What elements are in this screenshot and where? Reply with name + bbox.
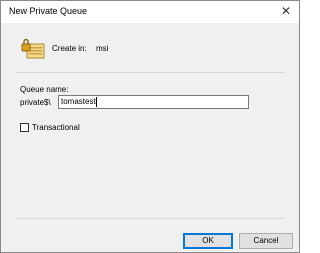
new-private-queue-dialog: New Private Queue ✕ Create in: msi Queue…	[0, 0, 300, 253]
transactional-label[interactable]: Transactional	[32, 123, 80, 132]
button-bar: OK Cancel	[1, 228, 299, 252]
close-button[interactable]: ✕	[279, 4, 293, 18]
queue-name-value: tomastest	[61, 97, 96, 106]
separator	[15, 72, 285, 73]
title-bar: New Private Queue ✕	[1, 1, 299, 23]
queue-prefix: private$\	[20, 98, 51, 107]
separator	[15, 218, 285, 219]
text-caret	[95, 96, 97, 107]
window-title: New Private Queue	[9, 6, 88, 16]
private-queue-icon	[21, 38, 45, 59]
cancel-button[interactable]: Cancel	[239, 233, 293, 249]
dialog-content: Create in: msi Queue name: private$\ tom…	[1, 23, 299, 228]
queue-name-input[interactable]: tomastest	[58, 95, 249, 109]
transactional-checkbox[interactable]	[20, 123, 29, 132]
create-in-label: Create in:	[52, 44, 87, 53]
queue-name-label: Queue name:	[20, 85, 69, 94]
ok-button[interactable]: OK	[183, 233, 233, 249]
create-in-value: msi	[96, 44, 109, 53]
